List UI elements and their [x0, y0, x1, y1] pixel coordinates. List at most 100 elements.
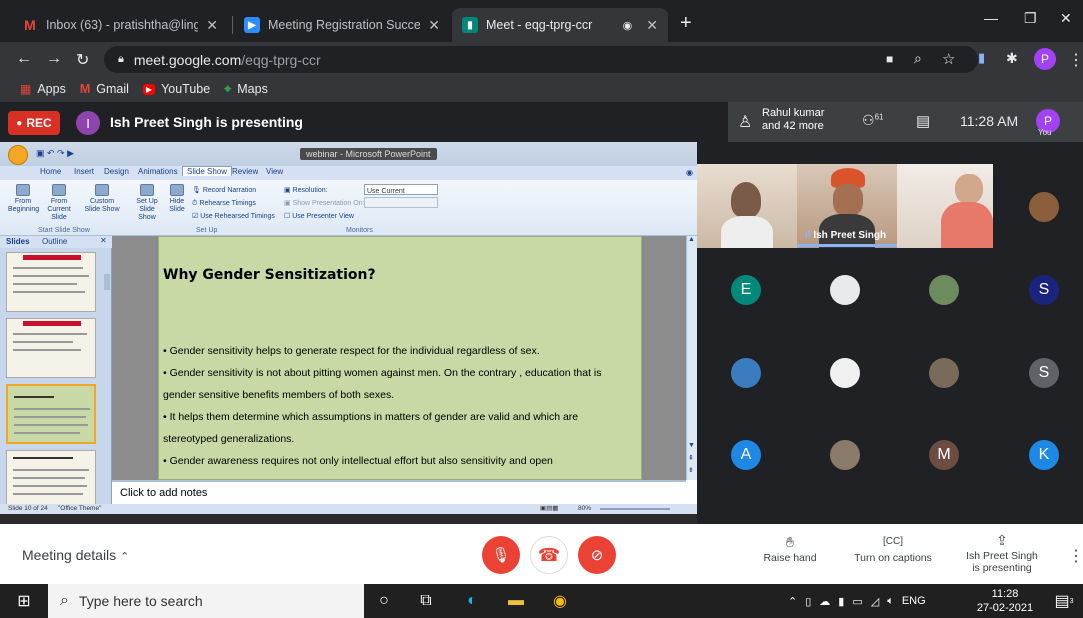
participant-avatar[interactable]	[830, 440, 860, 470]
edge-icon[interactable]: ◐	[462, 591, 482, 611]
slide-thumbnail-selected[interactable]	[6, 384, 96, 444]
panel-tab-slides[interactable]: Slides	[6, 237, 30, 246]
mic-off-button[interactable]: 🎙︎	[482, 536, 520, 574]
video-tile[interactable]	[897, 164, 993, 248]
previous-slide-icon[interactable]: ⇞	[688, 454, 694, 462]
tab-gmail[interactable]: M Inbox (63) - pratishtha@lingayas ✕	[12, 8, 228, 42]
panel-tab-outline[interactable]: Outline	[42, 237, 67, 246]
document-icon[interactable]: ▮	[978, 50, 985, 66]
raise-hand-button[interactable]: ✋︎ Raise hand	[762, 535, 818, 564]
forward-icon[interactable]: →	[46, 50, 62, 68]
camera-icon[interactable]: ■	[886, 52, 893, 66]
ribbon-tab-insert[interactable]: Insert	[74, 167, 94, 176]
hide-slide-button[interactable]: Hide Slide	[166, 184, 188, 214]
meeting-details-button[interactable]: Meeting details ⌃	[22, 547, 129, 563]
restore-icon[interactable]: ❐	[1024, 10, 1037, 27]
ribbon-tab-design[interactable]: Design	[104, 167, 129, 176]
video-tile-active-speaker[interactable]: ıl Ish Preet Singh	[797, 164, 897, 248]
rehearse-timings-button[interactable]: ⏱︎ Rehearse Timings	[192, 197, 275, 210]
profile-avatar[interactable]: P	[1034, 48, 1056, 70]
onedrive-icon[interactable]: ☁︎	[819, 595, 830, 608]
task-view-icon[interactable]: ⧉	[416, 591, 436, 611]
mic-tray-icon[interactable]: ▮	[838, 595, 844, 608]
extensions-icon[interactable]: ✱	[1006, 50, 1018, 67]
show-hidden-icon[interactable]: ⌃	[788, 595, 797, 608]
participant-avatar[interactable]	[929, 358, 959, 388]
participant-avatar[interactable]	[731, 358, 761, 388]
slide-thumbnail[interactable]	[6, 318, 96, 378]
slide-scrollbar[interactable]: ▲ ▼ ⇞ ⇟	[686, 236, 697, 480]
participant-avatar[interactable]: E	[731, 275, 761, 305]
participant-avatar[interactable]	[1029, 192, 1059, 222]
ribbon-tab-animations[interactable]: Animations	[138, 167, 178, 176]
presenter-view-checkbox[interactable]: ☐ Use Presenter View	[284, 210, 365, 223]
chrome-icon[interactable]: ◉	[550, 591, 570, 611]
close-icon[interactable]: ✕	[646, 17, 658, 34]
battery-icon[interactable]: ▭	[852, 595, 862, 608]
language-indicator[interactable]: ENG	[902, 595, 926, 607]
video-tile[interactable]	[697, 164, 797, 248]
window-close-icon[interactable]: ✕	[1060, 10, 1072, 27]
slide-thumbnail[interactable]	[6, 450, 96, 510]
help-icon[interactable]: ◉	[686, 168, 693, 177]
record-narration-button[interactable]: 🎙︎ Record Narration	[192, 184, 275, 197]
presenting-button[interactable]: ⇪ Ish Preet Singh is presenting	[960, 533, 1044, 574]
reload-icon[interactable]: ↻	[76, 50, 89, 70]
office-button-icon[interactable]	[8, 145, 28, 165]
minimize-icon[interactable]: —	[984, 10, 998, 26]
show-on-dropdown[interactable]	[364, 197, 438, 208]
bookmark-maps[interactable]: ⌖ Maps	[224, 82, 268, 97]
zoom-slider[interactable]	[600, 508, 670, 510]
participant-avatar[interactable]: A	[731, 440, 761, 470]
tab-meet[interactable]: ▮ Meet - eqg-tprg-ccr ◉ ✕	[452, 8, 668, 42]
tab-zoom[interactable]: ▶ Meeting Registration Success - Z ✕	[234, 8, 450, 42]
participant-avatar[interactable]: S	[1029, 275, 1059, 305]
participant-avatar[interactable]	[929, 275, 959, 305]
file-explorer-icon[interactable]: ▬	[506, 591, 526, 611]
wifi-icon[interactable]: ◿	[871, 595, 879, 608]
from-current-button[interactable]: From Current Slide	[42, 184, 76, 222]
participant-avatar[interactable]	[830, 358, 860, 388]
bookmark-star-icon[interactable]: ☆	[942, 50, 955, 68]
view-buttons-icon[interactable]: ▣▤▦	[540, 504, 558, 512]
volume-icon[interactable]: 🔈︎	[887, 595, 894, 608]
use-rehearsed-checkbox[interactable]: ☑ Use Rehearsed Timings	[192, 210, 275, 223]
windows-start-icon[interactable]: ⊞	[14, 591, 34, 611]
scroll-up-icon[interactable]: ▲	[688, 236, 695, 243]
tablet-icon[interactable]: ▯	[805, 595, 811, 608]
participant-avatar[interactable]: M	[929, 440, 959, 470]
camera-off-button[interactable]: ⊘	[578, 536, 616, 574]
next-slide-icon[interactable]: ⇟	[688, 466, 694, 474]
current-slide[interactable]: Why Gender Sensitization? • Gender sensi…	[158, 236, 642, 480]
back-icon[interactable]: ←	[16, 50, 32, 68]
leave-call-button[interactable]: ☎︎	[530, 536, 568, 574]
resolution-dropdown[interactable]: Use Current Resoluti...	[364, 184, 438, 208]
close-icon[interactable]: ✕	[428, 17, 440, 34]
taskbar-search[interactable]: ⌕ Type here to search	[48, 584, 364, 618]
ribbon-tab-review[interactable]: Review	[232, 167, 258, 176]
url-field[interactable]: 🔒︎ meet.google.com/eqg-tprg-ccr	[104, 46, 978, 73]
cortana-icon[interactable]: ○	[374, 591, 394, 611]
panel-splitter[interactable]	[104, 274, 110, 290]
custom-show-button[interactable]: Custom Slide Show	[84, 184, 120, 214]
bookmark-youtube[interactable]: ▶ YouTube	[142, 82, 210, 96]
slide-thumbnail[interactable]	[6, 252, 96, 312]
zoom-lens-icon[interactable]: ⌕	[914, 50, 922, 67]
participant-avatar[interactable]: K	[1029, 440, 1059, 470]
quick-access-icons[interactable]: ▣ ↶ ↷ ▶	[36, 148, 74, 159]
ribbon-tab-home[interactable]: Home	[40, 167, 61, 176]
bookmark-apps[interactable]: ▦ Apps	[20, 82, 66, 96]
bookmark-gmail[interactable]: M Gmail	[80, 82, 129, 96]
menu-icon[interactable]: ⋮	[1068, 50, 1083, 70]
captions-button[interactable]: [CC] Turn on captions	[852, 536, 934, 564]
more-options-icon[interactable]: ⋮	[1068, 546, 1083, 566]
scroll-down-icon[interactable]: ▼	[688, 442, 695, 449]
ribbon-tab-slide-show[interactable]: Slide Show	[182, 166, 233, 176]
new-tab-button[interactable]: +	[680, 12, 692, 35]
close-icon[interactable]: ✕	[206, 17, 218, 34]
participant-avatar[interactable]	[830, 275, 860, 305]
ribbon-tab-view[interactable]: View	[266, 167, 283, 176]
close-panel-icon[interactable]: ✕	[100, 236, 107, 245]
notes-pane[interactable]: Click to add notes	[112, 480, 686, 504]
notifications-icon[interactable]: ▤ 3	[1054, 591, 1074, 611]
